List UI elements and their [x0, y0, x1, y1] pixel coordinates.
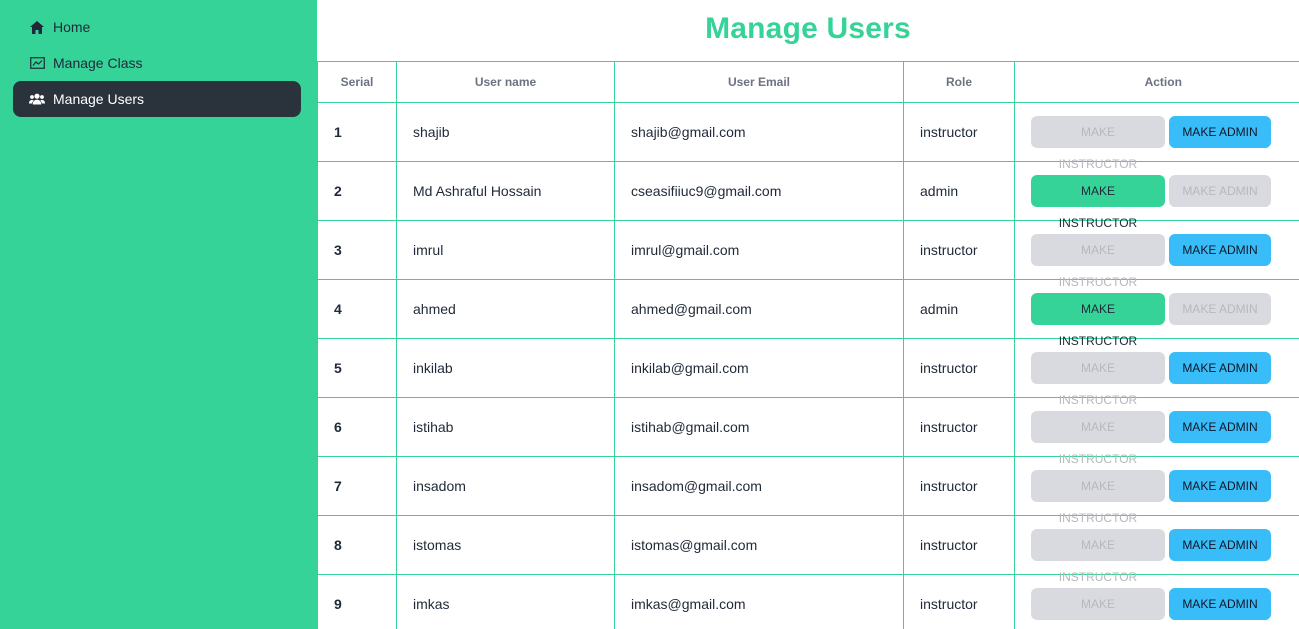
cell-role: instructor [903, 515, 1015, 575]
column-header-action: Action [1014, 61, 1299, 103]
column-header-role: Role [903, 61, 1015, 103]
make-instructor-button[interactable]: Make Instructor [1031, 175, 1165, 230]
cell-serial: 3 [317, 220, 397, 280]
make-admin-button[interactable]: Make Admin [1169, 352, 1271, 384]
cell-email: istihab@gmail.com [614, 397, 904, 457]
cell-action: Make InstructorMake Admin [1014, 574, 1299, 629]
make-instructor-button[interactable]: Make Instructor [1031, 116, 1165, 171]
make-admin-button[interactable]: Make Admin [1169, 234, 1271, 266]
cell-email: insadom@gmail.com [614, 456, 904, 516]
cell-action: Make InstructorMake Admin [1014, 515, 1299, 584]
cell-action: Make InstructorMake Admin [1014, 161, 1299, 230]
cell-role: admin [903, 279, 1015, 339]
make-instructor-button[interactable]: Make Instructor [1031, 352, 1165, 407]
cell-username: ahmed [396, 279, 615, 339]
cell-serial: 8 [317, 515, 397, 575]
chart-icon [29, 55, 45, 71]
cell-serial: 7 [317, 456, 397, 516]
cell-action: Make InstructorMake Admin [1014, 456, 1299, 525]
cell-role: instructor [903, 220, 1015, 280]
cell-username: shajib [396, 102, 615, 162]
make-admin-button[interactable]: Make Admin [1169, 588, 1271, 620]
table-row: 5 inkilab inkilab@gmail.com instructor Make … [317, 338, 1299, 407]
cell-username: Md Ashraful Hossain [396, 161, 615, 221]
cell-email: imrul@gmail.com [614, 220, 904, 280]
sidebar-item-label: Manage Class [53, 55, 143, 71]
cell-action: Make InstructorMake Admin [1014, 102, 1299, 171]
make-admin-button[interactable]: Make Admin [1169, 175, 1271, 207]
table-row: 1 shajib shajib@gmail.com instructor Make In… [317, 102, 1299, 171]
make-admin-button[interactable]: Make Admin [1169, 116, 1271, 148]
cell-username: istihab [396, 397, 615, 457]
table-header-row: Serial User name User Email Role Action [317, 61, 1299, 103]
cell-username: imkas [396, 574, 615, 629]
cell-role: instructor [903, 102, 1015, 162]
sidebar-item-label: Manage Users [53, 91, 145, 107]
table-row: 4 ahmed ahmed@gmail.com admin Make Instructo… [317, 279, 1299, 348]
home-icon [29, 19, 45, 35]
cell-role: admin [903, 161, 1015, 221]
cell-action: Make InstructorMake Admin [1014, 397, 1299, 466]
cell-email: istomas@gmail.com [614, 515, 904, 575]
cell-serial: 4 [317, 279, 397, 339]
page-title: Manage Users [705, 12, 911, 45]
sidebar-item-manage-users[interactable]: Manage Users [13, 81, 301, 117]
column-header-serial: Serial [317, 61, 397, 103]
make-instructor-button[interactable]: Make Instructor [1031, 588, 1165, 620]
app: Home Manage Class Manage Users Manage Us… [0, 0, 1299, 629]
cell-role: instructor [903, 456, 1015, 516]
cell-serial: 1 [317, 102, 397, 162]
make-instructor-button[interactable]: Make Instructor [1031, 293, 1165, 348]
make-admin-button[interactable]: Make Admin [1169, 411, 1271, 443]
table-row: 9imkasimkas@gmail.cominstructorMake Inst… [317, 574, 1299, 629]
cell-email: inkilab@gmail.com [614, 338, 904, 398]
sidebar: Home Manage Class Manage Users [0, 0, 317, 629]
make-instructor-button[interactable]: Make Instructor [1031, 470, 1165, 525]
table-row: 3 imrul imrul@gmail.com instructor Make Inst… [317, 220, 1299, 289]
column-header-email: User Email [614, 61, 904, 103]
cell-username: inkilab [396, 338, 615, 398]
table-row: 2 Md Ashraful Hossain cseasifiiuc9@gmail.c… [317, 161, 1299, 230]
cell-email: ahmed@gmail.com [614, 279, 904, 339]
cell-email: cseasifiiuc9@gmail.com [614, 161, 904, 221]
table-row: 6 istihab istihab@gmail.com instructor Make … [317, 397, 1299, 466]
cell-serial: 5 [317, 338, 397, 398]
cell-username: istomas [396, 515, 615, 575]
make-instructor-button[interactable]: Make Instructor [1031, 411, 1165, 466]
cell-role: instructor [903, 338, 1015, 398]
column-header-username: User name [396, 61, 615, 103]
cell-action: Make InstructorMake Admin [1014, 220, 1299, 289]
make-instructor-button[interactable]: Make Instructor [1031, 529, 1165, 584]
sidebar-item-label: Home [53, 19, 91, 35]
cell-action: Make InstructorMake Admin [1014, 338, 1299, 407]
cell-username: imrul [396, 220, 615, 280]
make-admin-button[interactable]: Make Admin [1169, 529, 1271, 561]
main-content: Manage Users Serial User name User Email… [317, 0, 1299, 629]
make-instructor-button[interactable]: Make Instructor [1031, 234, 1165, 289]
cell-email: shajib@gmail.com [614, 102, 904, 162]
sidebar-item-home[interactable]: Home [13, 9, 301, 45]
table-row: 7 insadom insadom@gmail.com instructor Make … [317, 456, 1299, 525]
cell-role: instructor [903, 397, 1015, 457]
make-admin-button[interactable]: Make Admin [1169, 470, 1271, 502]
cell-role: instructor [903, 574, 1015, 629]
cell-serial: 9 [317, 574, 397, 629]
users-table: Serial User name User Email Role Action … [317, 61, 1299, 629]
make-admin-button[interactable]: Make Admin [1169, 293, 1271, 325]
cell-serial: 2 [317, 161, 397, 221]
sidebar-item-manage-class[interactable]: Manage Class [13, 45, 301, 81]
cell-serial: 6 [317, 397, 397, 457]
table-row: 8 istomas istomas@gmail.com instructor Make … [317, 515, 1299, 584]
cell-action: Make InstructorMake Admin [1014, 279, 1299, 348]
table-body: 1 shajib shajib@gmail.com instructor Make In… [317, 102, 1299, 629]
cell-username: insadom [396, 456, 615, 516]
cell-email: imkas@gmail.com [614, 574, 904, 629]
users-icon [29, 91, 45, 107]
